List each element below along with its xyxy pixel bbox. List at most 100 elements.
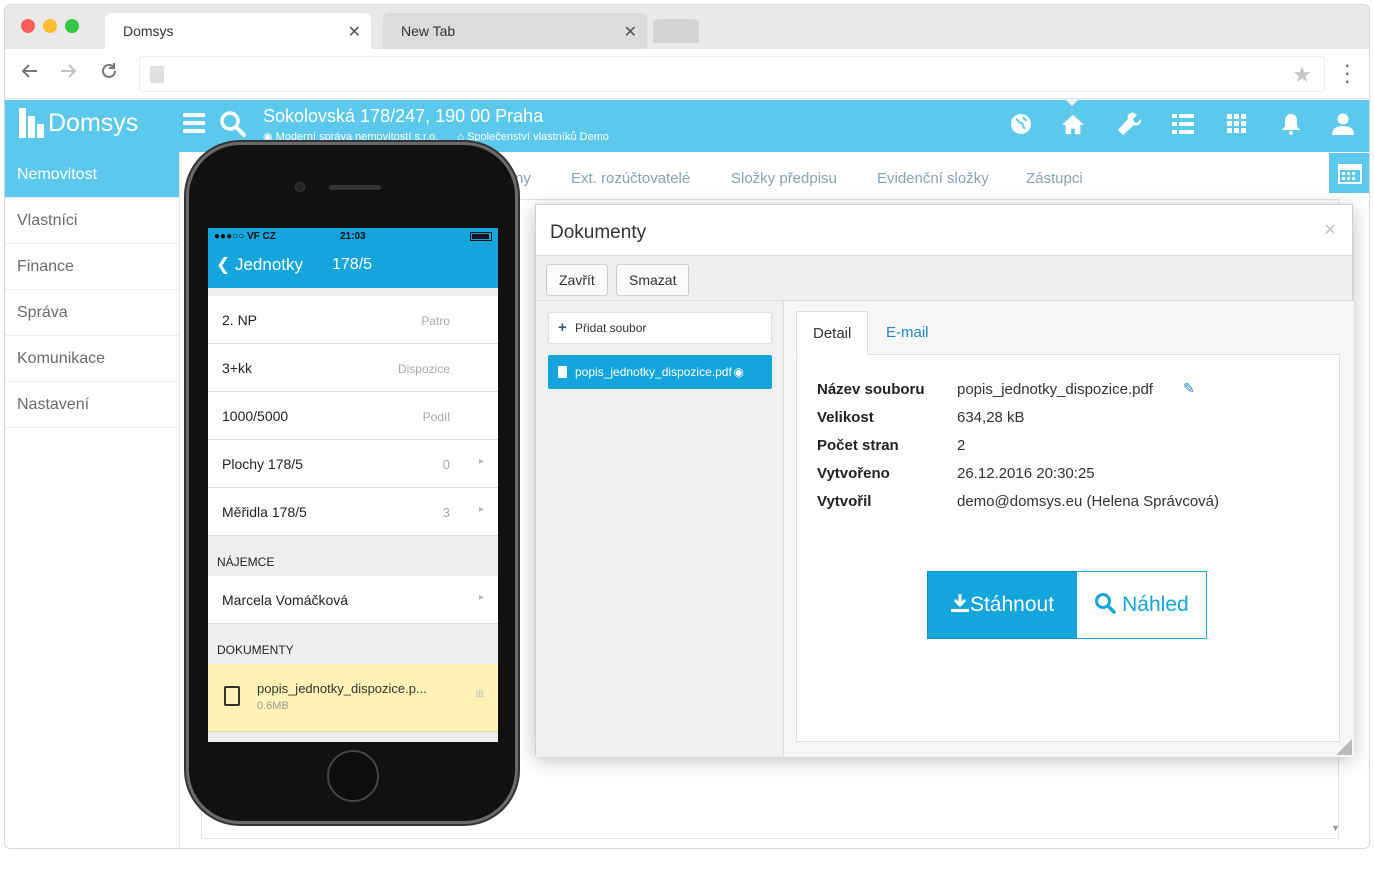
wrench-icon[interactable] bbox=[1117, 112, 1141, 136]
tab-email[interactable]: E-mail bbox=[870, 311, 945, 355]
preview-label: Náhled bbox=[1122, 593, 1189, 616]
tenant-row[interactable]: Marcela Vomáčková ▸ bbox=[208, 576, 498, 624]
prop-value-size: 634,28 kB bbox=[957, 409, 1025, 426]
window-minimize-button[interactable] bbox=[43, 19, 57, 33]
sidebar-item-finance[interactable]: Finance bbox=[5, 244, 179, 290]
row-hint: Patro bbox=[421, 314, 450, 328]
domsys-logo[interactable]: Domsys bbox=[19, 108, 138, 138]
back-button[interactable]: ❮ Jednotky bbox=[216, 255, 303, 275]
tab-detail[interactable]: Detail bbox=[796, 311, 869, 355]
window-zoom-button[interactable] bbox=[65, 19, 79, 33]
user-icon[interactable] bbox=[1331, 112, 1355, 136]
modal-close-icon[interactable]: × bbox=[1324, 219, 1336, 242]
prop-value-filename: popis_jednotky_dispozice.pdf bbox=[957, 381, 1153, 398]
browser-tab-newtab[interactable]: New Tab ✕ bbox=[383, 13, 647, 49]
document-name: popis_jednotky_dispozice.p... bbox=[257, 681, 427, 696]
download-button[interactable]: Stáhnout bbox=[927, 571, 1077, 639]
modal-title: Dokumenty bbox=[550, 222, 647, 243]
browser-toolbar: ★ · · · bbox=[5, 49, 1369, 99]
calendar-icon bbox=[1338, 164, 1362, 184]
home-icon[interactable] bbox=[1061, 112, 1085, 136]
prop-value-pages: 2 bbox=[957, 437, 966, 454]
download-icon bbox=[950, 594, 969, 612]
file-list-item[interactable]: popis_jednotky_dispozice.pdf ◉ bbox=[548, 355, 772, 389]
file-name: popis_jednotky_dispozice.pdf bbox=[575, 365, 732, 379]
sidebar: Nemovitost Vlastníci Finance Správa Komu… bbox=[5, 152, 179, 432]
sidebar-item-nemovitost[interactable]: Nemovitost bbox=[5, 152, 179, 198]
sidebar-item-nastaveni[interactable]: Nastavení bbox=[5, 382, 179, 428]
modal-toolbar: Zavřít Smazat bbox=[536, 255, 1352, 301]
sidebar-item-komunikace[interactable]: Komunikace bbox=[5, 336, 179, 382]
calendar-button[interactable] bbox=[1329, 153, 1369, 193]
resize-handle[interactable] bbox=[1336, 739, 1352, 755]
file-icon bbox=[558, 366, 567, 378]
row-hint: Podíl bbox=[422, 410, 450, 424]
search-icon[interactable] bbox=[219, 110, 247, 143]
tab-slozky-predpisu[interactable]: Složky předpisu bbox=[731, 170, 837, 187]
sidebar-divider bbox=[179, 152, 180, 848]
phone-screen: ●●●○○ VF CZ 21:03 ❮ Jednotky 178/5 2. NP… bbox=[208, 228, 498, 742]
back-arrow-icon[interactable] bbox=[19, 61, 39, 87]
tab-ext-roz[interactable]: Ext. rozúčtovatelé bbox=[571, 170, 690, 187]
phone-home-button[interactable] bbox=[327, 750, 379, 802]
prop-label-author: Vytvořil bbox=[817, 493, 872, 510]
menu-hamburger-icon[interactable] bbox=[183, 113, 205, 133]
document-row[interactable]: popis_jednotky_dispozice.p... 0.6MB ⊞ bbox=[208, 664, 498, 732]
bookmark-star-icon[interactable]: ★ bbox=[1292, 62, 1312, 88]
tab-close-icon[interactable]: ✕ bbox=[624, 22, 637, 42]
prop-label-created: Vytvořeno bbox=[817, 465, 890, 482]
active-indicator-caret bbox=[1065, 99, 1079, 106]
bell-icon[interactable] bbox=[1279, 112, 1303, 136]
carrier-label: ●●●○○ VF CZ bbox=[214, 231, 276, 242]
expand-icon[interactable]: ⊞ bbox=[476, 689, 484, 700]
row-value: Měřidla 178/5 bbox=[222, 504, 307, 520]
app-header: Domsys Sokolovská 178/247, 190 00 Praha … bbox=[5, 99, 1369, 152]
sidebar-item-vlastnici[interactable]: Vlastníci bbox=[5, 198, 179, 244]
row-value: Plochy 178/5 bbox=[222, 456, 303, 472]
list-item: 3+kk Dispozice bbox=[208, 344, 498, 392]
detail-box: Název souboru popis_jednotky_dispozice.p… bbox=[796, 354, 1340, 742]
list-item: 1000/5000 Podíl bbox=[208, 392, 498, 440]
download-label: Stáhnout bbox=[969, 593, 1055, 616]
forward-arrow-icon[interactable] bbox=[59, 61, 79, 87]
grid-icon[interactable] bbox=[1225, 112, 1249, 136]
prop-label-size: Velikost bbox=[817, 409, 874, 426]
tab-evidencni-slozky[interactable]: Evidenční složky bbox=[877, 170, 989, 187]
prop-label-pages: Počet stran bbox=[817, 437, 899, 454]
phone-status-bar: ●●●○○ VF CZ 21:03 bbox=[208, 228, 498, 246]
section-header-documents: DOKUMENTY bbox=[208, 624, 498, 664]
delete-button[interactable]: Smazat bbox=[616, 264, 690, 296]
globe-icon[interactable] bbox=[1009, 112, 1033, 136]
new-tab-button[interactable] bbox=[653, 19, 699, 43]
prop-value-author: demo@domsys.eu (Helena Správcová) bbox=[957, 493, 1220, 510]
tab-close-icon[interactable]: ✕ bbox=[348, 22, 361, 42]
scroll-down-arrow[interactable]: ▼ bbox=[1331, 823, 1340, 833]
preview-button[interactable]: Náhled bbox=[1076, 571, 1207, 639]
eye-icon[interactable]: ◉ bbox=[734, 355, 744, 389]
reload-icon[interactable] bbox=[99, 61, 119, 87]
phone-camera bbox=[295, 182, 305, 192]
window-close-button[interactable] bbox=[21, 19, 35, 33]
row-value: 3+kk bbox=[222, 360, 252, 376]
chevron-right-icon: ▸ bbox=[478, 592, 484, 603]
sidebar-item-sprava[interactable]: Správa bbox=[5, 290, 179, 336]
browser-tab-domsys[interactable]: Domsys ✕ bbox=[105, 13, 371, 49]
tab-partial[interactable]: ny bbox=[515, 170, 531, 187]
add-file-button[interactable]: + Přidat soubor bbox=[548, 312, 772, 344]
list-item-link[interactable]: Plochy 178/5 0 ▸ bbox=[208, 440, 498, 488]
row-value: 1000/5000 bbox=[222, 408, 289, 424]
tab-title: Domsys bbox=[123, 23, 174, 39]
edit-pencil-icon[interactable]: ✎ bbox=[1183, 380, 1195, 397]
browser-menu-icon[interactable]: · · · bbox=[1344, 54, 1351, 92]
close-button[interactable]: Zavřít bbox=[546, 264, 608, 296]
list-icon[interactable] bbox=[1171, 112, 1195, 136]
tab-zastupci[interactable]: Zástupci bbox=[1026, 170, 1083, 187]
address-bar[interactable]: ★ bbox=[139, 56, 1325, 92]
prop-label-filename: Název souboru bbox=[817, 381, 925, 398]
association-link[interactable]: ⌂ Společenství vlastníků Demo bbox=[457, 131, 617, 143]
list-item-link[interactable]: Měřidla 178/5 3 ▸ bbox=[208, 488, 498, 536]
property-address: Sokolovská 178/247, 190 00 Praha bbox=[263, 106, 544, 126]
document-icon bbox=[224, 686, 240, 706]
page-icon bbox=[150, 66, 164, 83]
magnifier-icon bbox=[1095, 593, 1117, 614]
